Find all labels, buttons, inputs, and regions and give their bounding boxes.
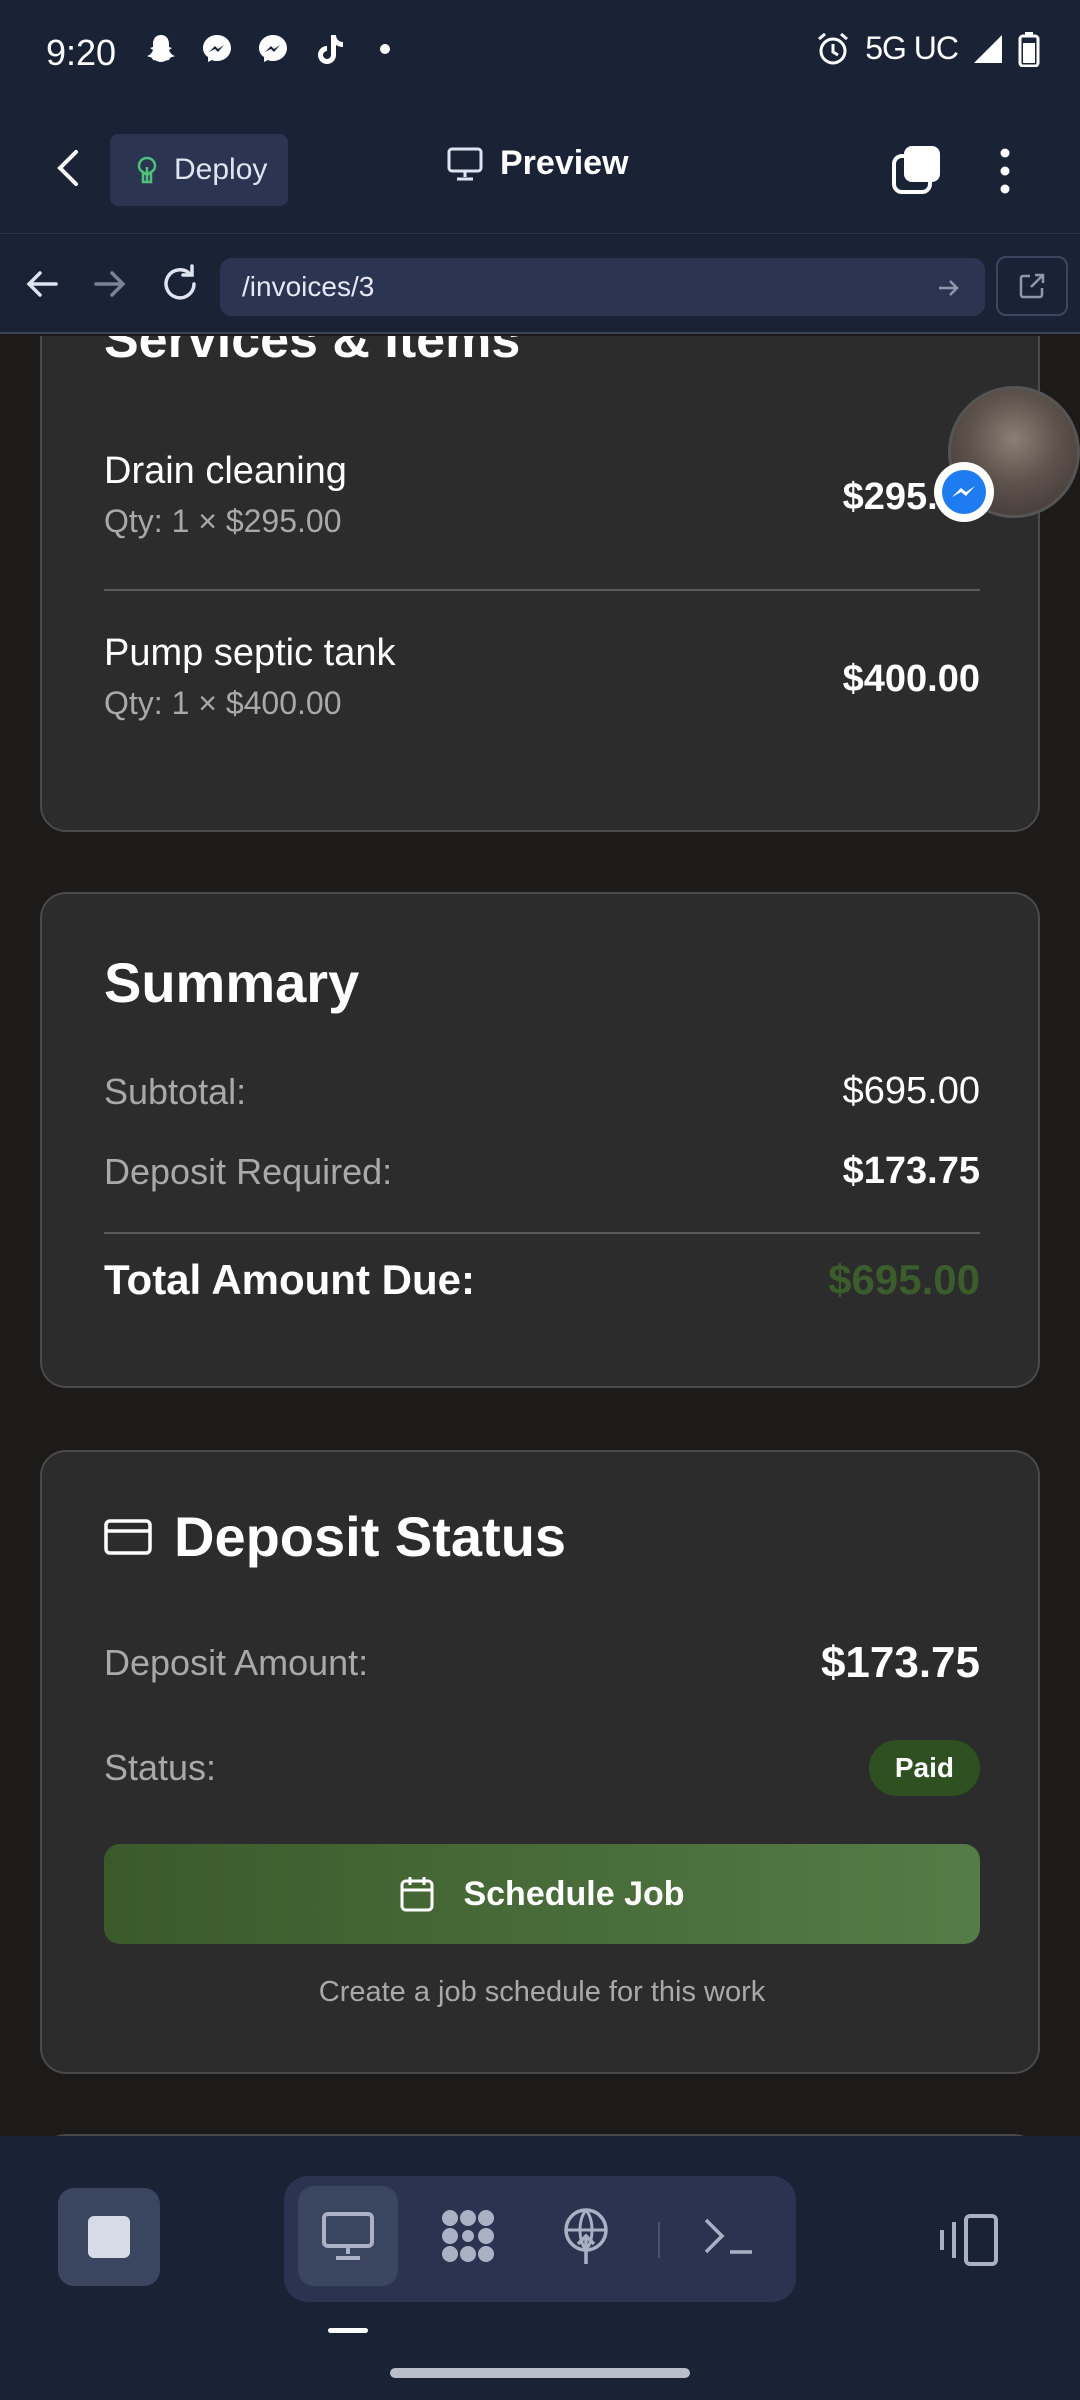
- status-badge: Paid: [868, 1740, 980, 1796]
- subtotal-row: Subtotal: $695.00: [104, 1070, 980, 1113]
- reload-icon[interactable]: [158, 262, 202, 306]
- status-bar: 9:20 5G UC: [0, 0, 1080, 106]
- messenger-icon: [198, 30, 236, 68]
- stop-button[interactable]: [58, 2188, 160, 2286]
- monitor-icon: [322, 2212, 374, 2260]
- total-label: Total Amount Due:: [104, 1256, 475, 1303]
- line-item: Drain cleaning Qty: 1 × $295.00 $295.00: [104, 450, 980, 540]
- summary-card: Summary Subtotal: $695.00 Deposit Requir…: [40, 892, 1040, 1388]
- messenger-icon: [254, 30, 292, 68]
- item-divider: [104, 589, 980, 591]
- schedule-job-button[interactable]: Schedule Job: [104, 1844, 980, 1944]
- invoice-content: Services & Items Drain cleaning Qty: 1 ×…: [0, 336, 1080, 2136]
- url-text: /invoices/3: [242, 271, 375, 302]
- split-view-icon[interactable]: [936, 2212, 1002, 2268]
- summary-divider: [104, 1232, 980, 1234]
- credit-card-icon: [104, 1518, 152, 1555]
- nav-forward-icon[interactable]: [88, 262, 132, 306]
- status-right: 5G UC: [815, 30, 1040, 67]
- nav-back-icon[interactable]: [20, 262, 64, 306]
- more-vert-icon[interactable]: [990, 146, 1020, 196]
- status-time: 9:20: [46, 32, 117, 73]
- deposit-required-label: Deposit Required:: [104, 1150, 393, 1192]
- deposit-required-row: Deposit Required: $173.75: [104, 1150, 980, 1193]
- url-bar-row: /invoices/3: [0, 234, 1080, 334]
- messenger-badge-icon: [934, 462, 994, 522]
- deposit-required-value: $173.75: [842, 1150, 980, 1192]
- deploy-mode-button[interactable]: [536, 2186, 636, 2286]
- back-arrow-icon[interactable]: [48, 146, 92, 190]
- mode-switcher: [284, 2176, 796, 2302]
- terminal-mode-button[interactable]: [678, 2186, 778, 2286]
- network-label: 5G UC: [865, 30, 959, 66]
- preview-mode-button[interactable]: [298, 2186, 398, 2286]
- total-row: Total Amount Due: $695.00: [104, 1256, 980, 1304]
- notification-icons: [142, 30, 404, 68]
- schedule-helper-text: Create a job schedule for this work: [318, 1976, 766, 2008]
- subtotal-label: Subtotal:: [104, 1070, 247, 1112]
- segment-divider: [658, 2222, 660, 2258]
- bottom-nav: [0, 2136, 1080, 2400]
- url-input[interactable]: /invoices/3: [220, 258, 985, 316]
- preview-title[interactable]: Preview: [446, 144, 629, 183]
- deposit-amount-row: Deposit Amount: $173.75: [104, 1638, 980, 1688]
- item-price: $400.00: [842, 658, 980, 700]
- active-tab-indicator: [328, 2328, 368, 2333]
- globe-upload-icon: [564, 2208, 608, 2264]
- summary-title: Summary: [104, 951, 360, 1014]
- app-toolbar: Deploy Preview: [0, 106, 1080, 234]
- tiktok-icon: [310, 30, 348, 68]
- status-label: Status:: [104, 1747, 217, 1788]
- gesture-home-bar[interactable]: [390, 2368, 690, 2378]
- alarm-icon: [818, 32, 849, 64]
- deposit-status-title: Deposit Status: [174, 1505, 567, 1568]
- go-arrow-icon[interactable]: [935, 274, 963, 302]
- items-card-title: Services & Items: [104, 336, 521, 369]
- tabs-icon[interactable]: [890, 144, 942, 196]
- schedule-job-label: Schedule Job: [463, 1874, 685, 1913]
- monitor-icon: [447, 147, 483, 180]
- deposit-status-header: Deposit Status: [104, 1504, 566, 1569]
- signal-icon: [974, 34, 1002, 63]
- grid-dots-icon: [442, 2210, 494, 2262]
- subtotal-value: $695.00: [842, 1070, 980, 1112]
- deposit-status-row: Status: Paid: [104, 1740, 980, 1796]
- snapchat-icon: [142, 30, 180, 68]
- line-item: Pump septic tank Qty: 1 × $400.00 $400.0…: [104, 632, 980, 722]
- battery-icon: [1018, 31, 1040, 67]
- deposit-status-card: Deposit Status Deposit Amount: $173.75 S…: [40, 1450, 1040, 2074]
- deploy-button[interactable]: Deploy: [110, 134, 288, 206]
- open-external-button[interactable]: [996, 256, 1068, 316]
- deposit-amount-value: $173.75: [820, 1638, 980, 1687]
- components-mode-button[interactable]: [418, 2186, 518, 2286]
- calendar-icon: [400, 1877, 434, 1912]
- items-card: Services & Items Drain cleaning Qty: 1 ×…: [40, 336, 1040, 832]
- deploy-label: Deploy: [174, 153, 268, 186]
- deposit-amount-label: Deposit Amount:: [104, 1642, 369, 1683]
- terminal-icon: [704, 2218, 752, 2254]
- preview-label: Preview: [500, 144, 629, 182]
- open-external-icon: [1019, 273, 1045, 299]
- total-value: $695.00: [828, 1256, 980, 1303]
- dot-icon: [366, 30, 404, 68]
- deploy-tree-icon: [137, 156, 157, 184]
- stop-icon: [88, 2216, 130, 2258]
